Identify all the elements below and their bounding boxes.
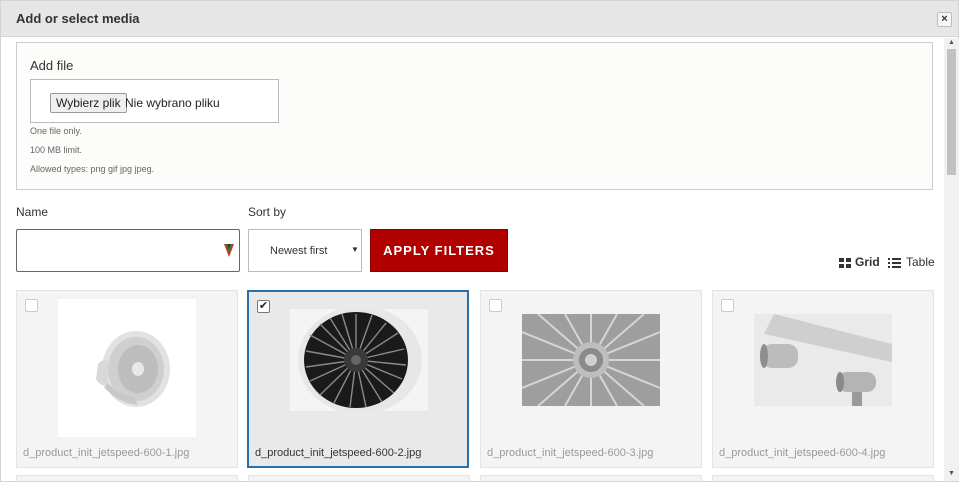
media-thumbnail (290, 309, 428, 411)
autocomplete-icon (224, 244, 234, 257)
grid-view-toggle[interactable]: Grid (855, 255, 880, 269)
media-item-next-row (16, 475, 238, 481)
engine-image-icon (290, 309, 428, 411)
media-item-checkbox[interactable] (489, 299, 502, 312)
sort-label: Sort by (248, 205, 287, 219)
grid-icon (839, 258, 851, 269)
media-filename: d_product_init_jetspeed-600-4.jpg (719, 447, 886, 459)
media-filename: d_product_init_jetspeed-600-1.jpg (23, 447, 190, 459)
media-thumbnail (58, 299, 196, 437)
scrollbar-thumb[interactable] (947, 49, 956, 175)
table-icon (888, 258, 901, 269)
upload-hint-types: Allowed types: png gif jpg jpeg. (30, 164, 155, 174)
media-filename: d_product_init_jetspeed-600-2.jpg (255, 447, 422, 459)
dialog-titlebar: Add or select media × (1, 1, 958, 37)
media-thumbnail (754, 314, 892, 406)
engine-image-icon (522, 314, 660, 406)
apply-filters-button[interactable]: APPLY FILTERS (370, 229, 508, 272)
media-thumbnail (522, 314, 660, 406)
scroll-up-icon[interactable]: ▲ (944, 38, 959, 48)
file-input[interactable]: Wybierz plik Nie wybrano pliku (30, 79, 279, 123)
media-item-checkbox-checked[interactable]: ✔ (257, 300, 270, 313)
media-filename: d_product_init_jetspeed-600-3.jpg (487, 447, 654, 459)
engine-image-icon (754, 314, 892, 406)
engine-image-icon (96, 331, 170, 407)
dialog-title: Add or select media (16, 11, 140, 26)
upload-hint-size: 100 MB limit. (30, 145, 83, 155)
file-status: Nie wybrano pliku (125, 96, 220, 110)
media-item-checkbox[interactable] (721, 299, 734, 312)
media-item[interactable]: d_product_init_jetspeed-600-4.jpg (712, 290, 934, 468)
media-item-selected[interactable]: ✔ d_product_init_jetspeed-600-2.jpg (247, 290, 469, 468)
choose-file-button[interactable]: Wybierz plik (50, 93, 127, 113)
upload-label: Add file (30, 58, 74, 73)
name-filter-label: Name (16, 205, 49, 219)
dialog-content: Add file Wybierz plik Nie wybrano pliku … (1, 38, 944, 481)
table-view-toggle[interactable]: Table (906, 255, 935, 269)
media-item-next-row (712, 475, 934, 481)
close-icon[interactable]: × (937, 12, 952, 27)
scroll-down-icon[interactable]: ▼ (944, 469, 959, 479)
media-item-checkbox[interactable] (25, 299, 38, 312)
media-dialog: Add or select media × Add file Wybierz p… (0, 0, 959, 482)
upload-hint-count: One file only. (30, 126, 82, 136)
name-filter-input[interactable] (16, 229, 240, 272)
upload-panel: Add file Wybierz plik Nie wybrano pliku … (16, 42, 933, 190)
chevron-down-icon: ▼ (351, 245, 359, 254)
sort-select[interactable]: Newest first ▼ (248, 229, 362, 272)
media-item[interactable]: d_product_init_jetspeed-600-3.jpg (480, 290, 702, 468)
sort-selected-value: Newest first (270, 245, 328, 257)
media-item-next-row (248, 475, 470, 481)
media-item-next-row (480, 475, 702, 481)
vertical-scrollbar[interactable]: ▲ ▼ (944, 38, 959, 481)
media-item[interactable]: d_product_init_jetspeed-600-1.jpg (16, 290, 238, 468)
